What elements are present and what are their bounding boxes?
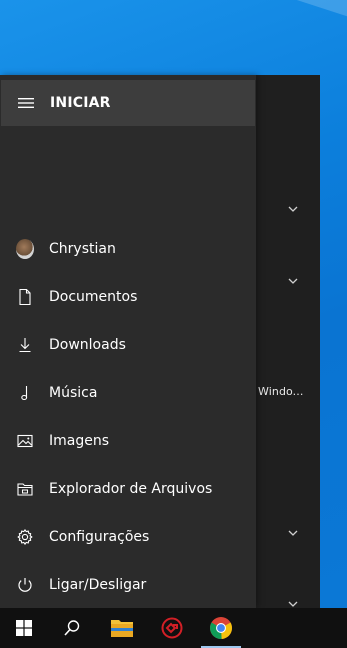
hamburger-menu-icon[interactable] (18, 94, 34, 113)
image-icon (16, 432, 34, 450)
nav-item-user[interactable]: Chrystian (0, 225, 256, 273)
download-icon (16, 336, 34, 354)
user-avatar (16, 239, 34, 259)
taskbar (0, 608, 347, 648)
nav-item-label: Explorador de Arquivos (49, 481, 213, 497)
music-icon (16, 384, 34, 402)
desktop-light-ray (201, 0, 347, 50)
nav-item-label: Ligar/Desligar (49, 577, 147, 593)
app-red-button[interactable] (148, 608, 196, 648)
file-explorer-icon (16, 480, 34, 498)
tile-group-label[interactable]: Windo... (258, 385, 303, 398)
chrome-icon (210, 617, 232, 640)
start-menu-title: INICIAR (50, 95, 111, 111)
nav-item-label: Downloads (49, 337, 126, 353)
search-button[interactable] (48, 608, 96, 648)
nav-item-label: Música (49, 385, 98, 401)
chrome-button[interactable] (197, 608, 245, 648)
folder-icon (111, 620, 133, 637)
start-button[interactable] (0, 608, 48, 648)
nav-item-file-explorer[interactable]: Explorador de Arquivos (0, 465, 256, 513)
document-icon (16, 288, 34, 306)
nav-item-documents[interactable]: Documentos (0, 273, 256, 321)
windows-logo-icon (16, 620, 32, 636)
nav-item-label: Chrystian (49, 241, 116, 257)
power-icon (16, 576, 34, 594)
nav-item-downloads[interactable]: Downloads (0, 321, 256, 369)
chevron-down-icon[interactable] (286, 526, 300, 540)
app-red-icon (161, 617, 183, 639)
nav-item-music[interactable]: Música (0, 369, 256, 417)
file-explorer-button[interactable] (98, 608, 146, 648)
chevron-down-icon[interactable] (286, 274, 300, 288)
nav-item-label: Configurações (49, 529, 150, 545)
chevron-down-icon[interactable] (286, 202, 300, 216)
gear-icon (16, 528, 34, 546)
nav-item-settings[interactable]: Configurações (0, 513, 256, 561)
start-navigation-pane: INICIAR Chrystian Documentos Downloads M… (0, 75, 256, 608)
nav-item-label: Documentos (49, 289, 138, 305)
search-icon (64, 620, 80, 636)
start-menu-header[interactable]: INICIAR (1, 80, 255, 126)
nav-item-label: Imagens (49, 433, 110, 449)
nav-item-images[interactable]: Imagens (0, 417, 256, 465)
nav-item-power[interactable]: Ligar/Desligar (0, 561, 256, 609)
